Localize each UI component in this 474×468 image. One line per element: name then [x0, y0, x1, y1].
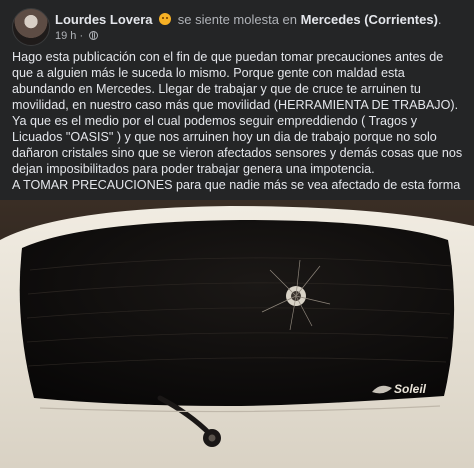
- meta-separator: ·: [79, 30, 84, 42]
- header-period: .: [437, 12, 442, 27]
- author-avatar[interactable]: [12, 8, 50, 46]
- post-header: Lourdes Lovera se siente molesta en Merc…: [12, 8, 464, 46]
- post-meta: 19 h ·: [55, 29, 99, 43]
- post-paragraph: Hago esta publicación con el fin de que …: [12, 50, 463, 176]
- post-photo[interactable]: Soleil: [0, 200, 474, 468]
- post-body: Hago esta publicación con el fin de que …: [12, 49, 464, 193]
- author-name[interactable]: Lourdes Lovera: [55, 12, 153, 27]
- car-rear-window-image: Soleil: [0, 200, 474, 468]
- location-link[interactable]: Mercedes (Corrientes): [301, 12, 438, 27]
- angry-face-emoji-icon: [159, 13, 172, 25]
- post-header-line: Lourdes Lovera se siente molesta en Merc…: [55, 12, 442, 28]
- globe-icon[interactable]: [89, 31, 99, 40]
- post-timestamp[interactable]: 19 h: [55, 30, 76, 42]
- rear-window-glass: [19, 220, 455, 406]
- post-paragraph: A TOMAR PRECAUCIONES para que nadie más …: [12, 178, 461, 192]
- brand-logo-text: Soleil: [394, 382, 427, 396]
- feeling-text: se siente molesta en: [177, 12, 298, 27]
